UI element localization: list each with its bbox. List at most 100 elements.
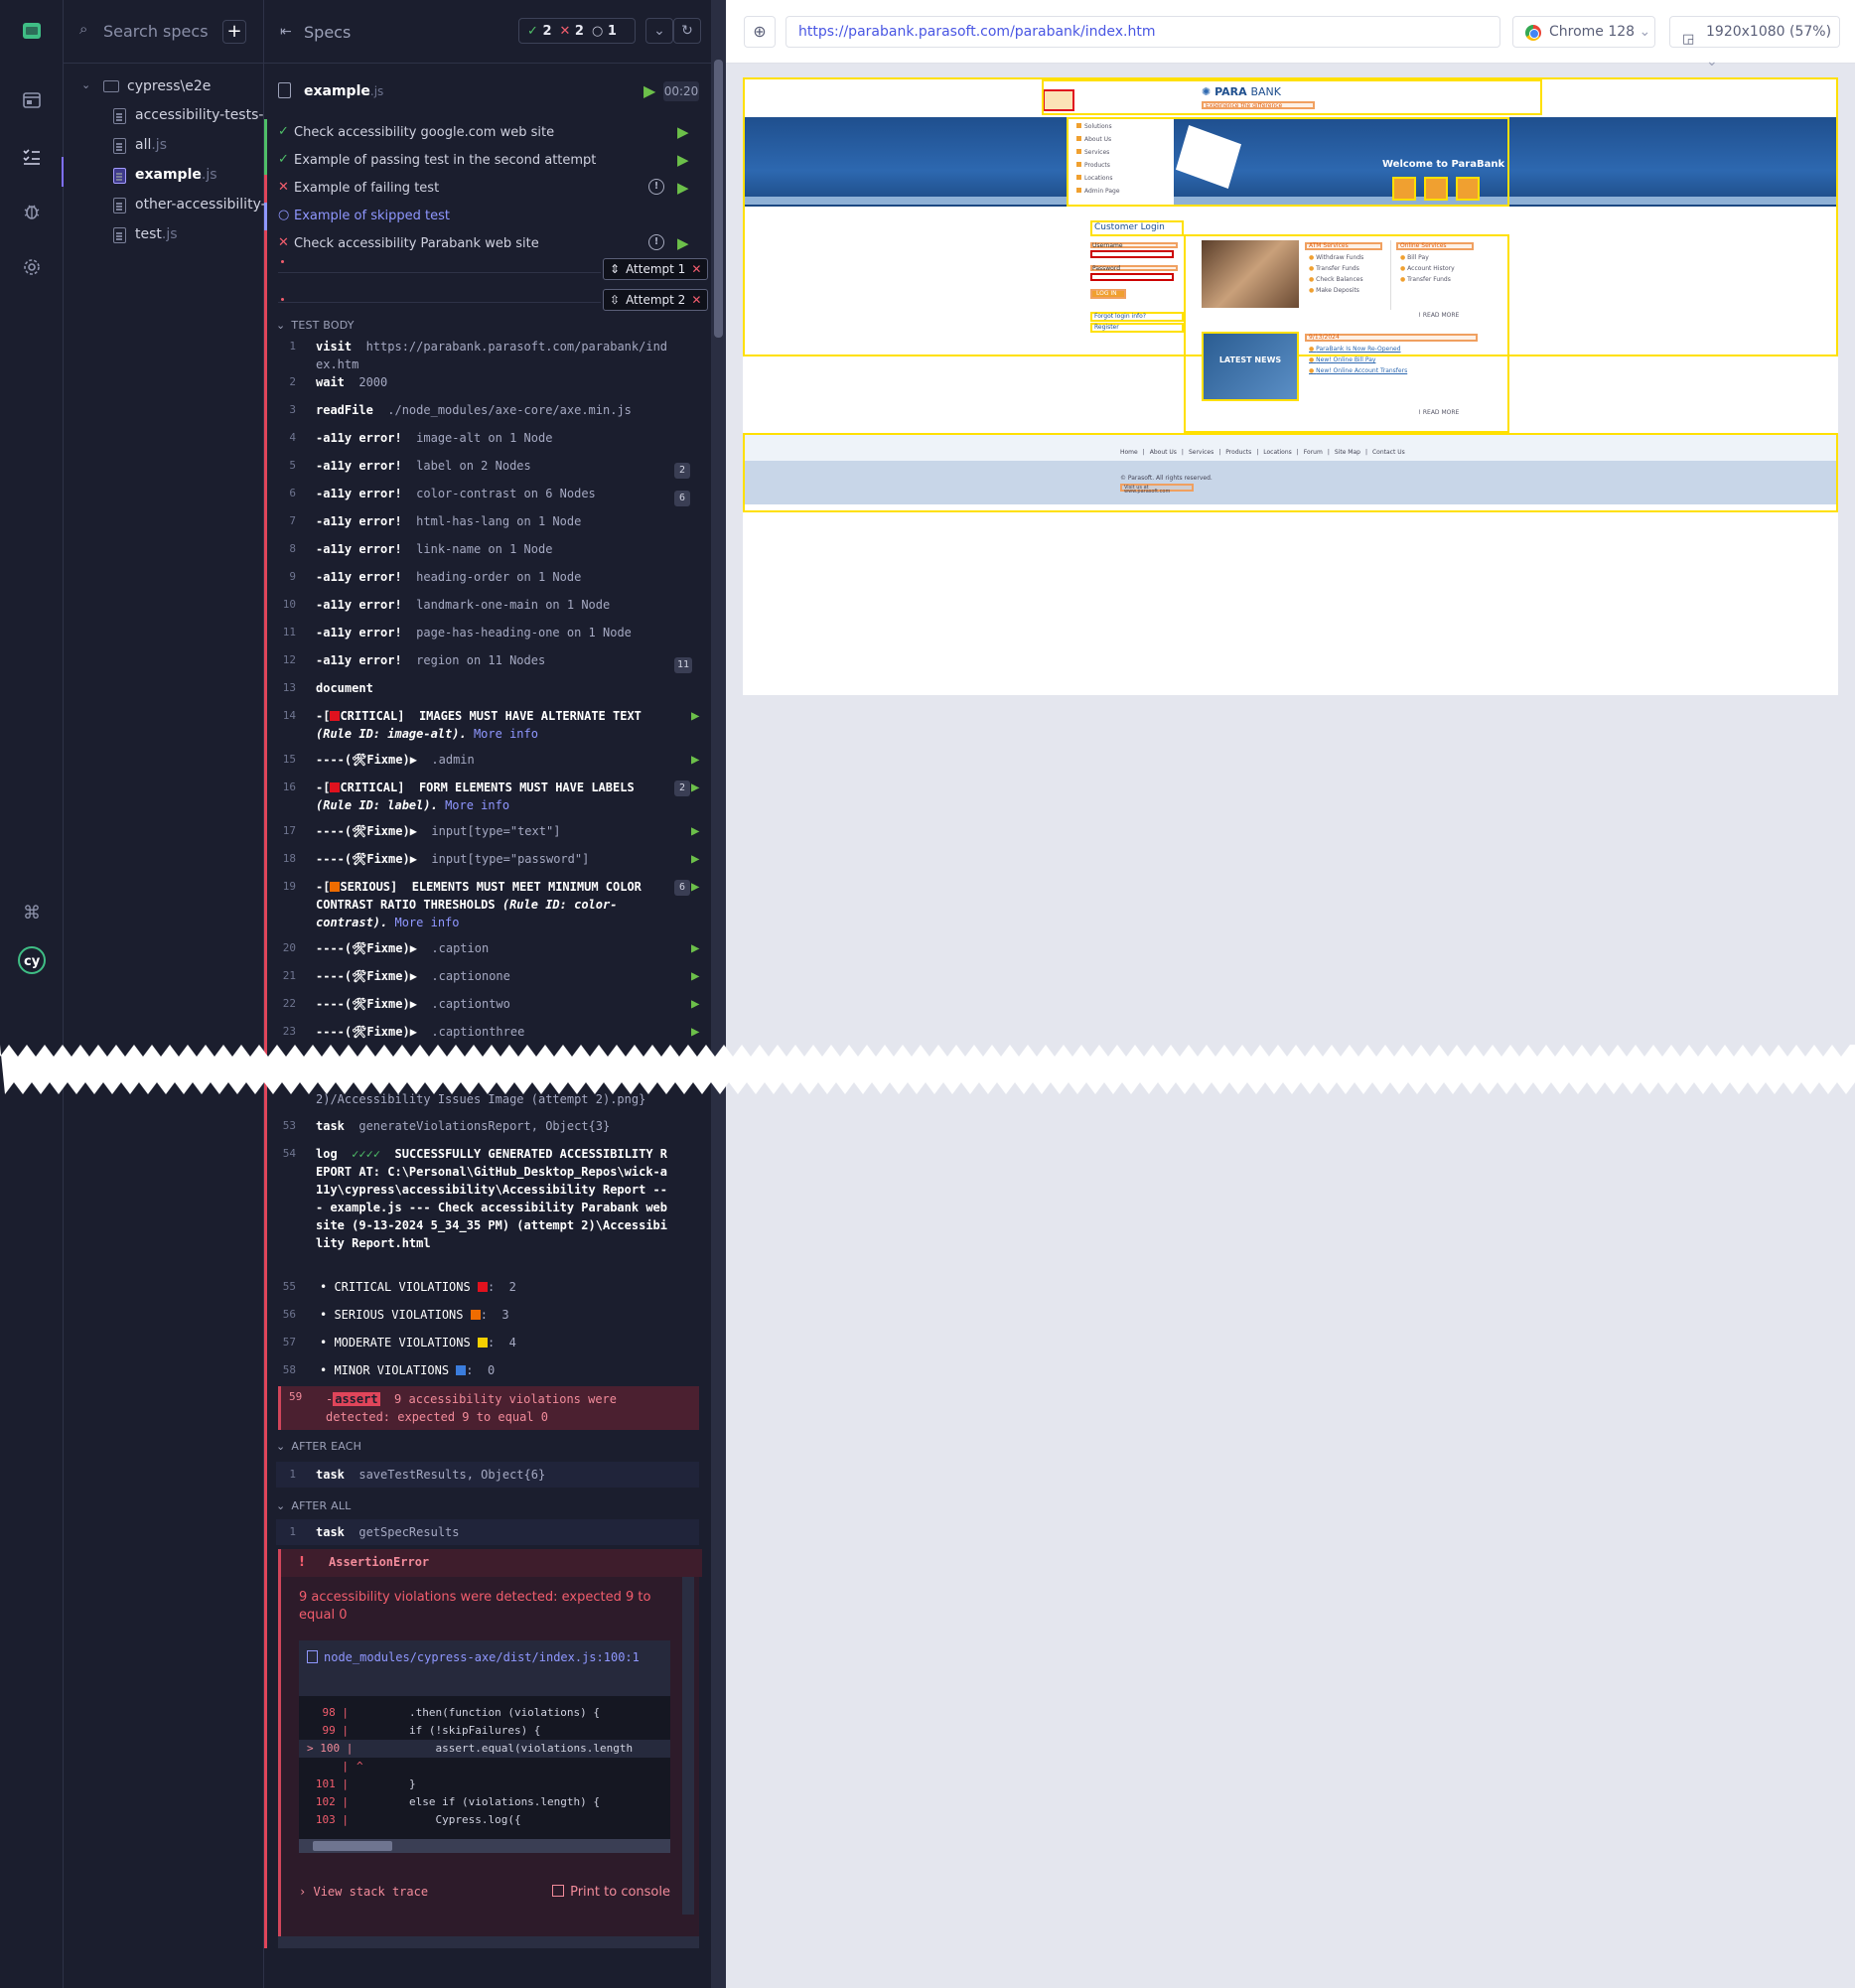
violation-row[interactable]: 16 -[CRITICAL] FORM ELEMENTS MUST HAVE LA…	[276, 779, 700, 822]
site-list-item[interactable]: ● Make Deposits	[1309, 285, 1363, 296]
fixme-row[interactable]: 20 ----(🛠Fixme)▶ .caption ▶	[276, 939, 700, 967]
site-list-item[interactable]: ● New! Online Account Transfers	[1309, 365, 1407, 376]
play-icon[interactable]: ▶	[677, 151, 689, 169]
site-list-item[interactable]: ● New! Online Bill Pay	[1309, 355, 1407, 365]
attempt-2-button[interactable]: ⇳ Attempt 2 ✕	[603, 289, 709, 311]
play-icon[interactable]: ▶	[691, 751, 699, 769]
settings-gear-icon[interactable]	[17, 252, 47, 282]
url-bar[interactable]: https://parabank.parasoft.com/parabank/i…	[785, 16, 1500, 48]
spec-file-row[interactable]: accessibility-tests-…	[64, 102, 264, 130]
play-icon[interactable]: ▶	[691, 850, 699, 868]
violation-row[interactable]: 19 -[SERIOUS] ELEMENTS MUST MEET MINIMUM …	[276, 878, 700, 939]
debug-bug-icon[interactable]	[17, 197, 47, 226]
keyboard-shortcuts-icon[interactable]: ⌘	[17, 898, 47, 927]
fixme-row[interactable]: 22 ----(🛠Fixme)▶ .captiontwo ▶	[276, 995, 700, 1023]
spec-file-row[interactable]: all.js	[64, 132, 264, 160]
command-row[interactable]: 54 log ✓✓✓✓ SUCCESSFULLY GENERATED ACCES…	[276, 1145, 699, 1268]
play-icon[interactable]: ▶	[643, 81, 655, 100]
command-row[interactable]: 9 -a11y error! heading-order on 1 Node	[276, 568, 699, 596]
cypress-logo-icon[interactable]: cy	[17, 945, 47, 975]
test-body-section[interactable]: ⌄ TEST BODY	[276, 319, 355, 332]
command-row[interactable]: 10 -a11y error! landmark-one-main on 1 No…	[276, 596, 699, 624]
play-icon[interactable]: ▶	[677, 234, 689, 252]
login-button[interactable]: LOG IN	[1090, 289, 1126, 299]
play-icon[interactable]: ▶	[691, 939, 699, 957]
command-row[interactable]: 11 -a11y error! page-has-heading-one on 1…	[276, 624, 699, 651]
command-row[interactable]: 1 task getSpecResults	[276, 1519, 699, 1545]
play-icon[interactable]: ▶	[691, 967, 699, 985]
browser-selector[interactable]: Chrome 128 ⌄	[1512, 16, 1655, 48]
fixme-row[interactable]: 17 ----(🛠Fixme)▶ input[type="text"] ▶	[276, 822, 700, 850]
spec-file-row-selected[interactable]: example.js	[64, 162, 264, 190]
site-list-item[interactable]: ● Transfer Funds	[1400, 274, 1455, 285]
folder-row[interactable]: ⌄ cypress\e2e	[64, 73, 264, 101]
specs-list-icon[interactable]	[17, 142, 47, 172]
play-icon[interactable]: ▶	[691, 1023, 699, 1041]
more-info-link[interactable]: More info	[474, 727, 538, 741]
command-row[interactable]: 6 -a11y error! color-contrast on 6 Nodes 6	[276, 485, 699, 512]
play-icon[interactable]: ▶	[677, 123, 689, 141]
site-list-item[interactable]: ● Transfer Funds	[1309, 263, 1363, 274]
spec-file-row[interactable]: other-accessibility-…	[64, 192, 264, 219]
spec-file-row[interactable]: test.js	[64, 221, 264, 249]
play-icon[interactable]: ▶	[691, 822, 699, 840]
horizontal-scrollbar[interactable]	[278, 1936, 699, 1948]
play-icon[interactable]: ▶	[691, 779, 699, 796]
test-row[interactable]: ✕ Check accessibility Parabank web site …	[264, 230, 701, 258]
summary-row[interactable]: 57 • MODERATE VIOLATIONS : 4	[276, 1334, 699, 1361]
site-list-item[interactable]: ● Bill Pay	[1400, 252, 1455, 263]
failed-assert-row[interactable]: 59 - assert 9 accessibility violations we…	[278, 1386, 699, 1430]
command-row[interactable]: 12 -a11y error! region on 11 Nodes 11	[276, 651, 699, 679]
selector-playground-crosshair-icon[interactable]: ⊕	[744, 16, 776, 48]
viewport-info[interactable]: ◲ 1920x1080 (57%) ⌄	[1669, 16, 1840, 70]
play-icon[interactable]: ▶	[677, 179, 689, 197]
error-file-link[interactable]: node_modules/cypress-axe/dist/index.js:1…	[299, 1640, 670, 1696]
read-more-link[interactable]: ⌇ READ MORE	[1418, 409, 1459, 416]
cypress-app-icon[interactable]	[17, 16, 47, 46]
runs-icon[interactable]	[17, 85, 47, 115]
password-input[interactable]	[1090, 273, 1174, 281]
command-row[interactable]: 13 document	[276, 679, 699, 707]
play-icon[interactable]: ▶	[691, 878, 699, 896]
command-row[interactable]: 5 -a11y error! label on 2 Nodes 2	[276, 457, 699, 485]
username-input[interactable]	[1090, 250, 1174, 258]
site-list-item[interactable]: ● ParaBank Is Now Re-Opened	[1309, 344, 1407, 355]
command-row[interactable]: 8 -a11y error! link-name on 1 Node	[276, 540, 699, 568]
test-row[interactable]: ○ Example of skipped test	[264, 203, 701, 230]
vertical-scrollbar[interactable]	[682, 1577, 694, 1915]
register-link[interactable]: Register	[1090, 323, 1184, 333]
after-all-section[interactable]: ⌄ AFTER ALL	[276, 1499, 351, 1512]
after-each-section[interactable]: ⌄ AFTER EACH	[276, 1440, 361, 1453]
summary-row[interactable]: 55 • CRITICAL VIOLATIONS : 2	[276, 1278, 699, 1306]
read-more-link[interactable]: ⌇ READ MORE	[1418, 312, 1459, 319]
chevron-down-icon[interactable]: ⌄	[645, 18, 673, 44]
command-row[interactable]: 3 readFile ./node_modules/axe-core/axe.mi…	[276, 401, 699, 429]
test-row[interactable]: ✓ Check accessibility google.com web sit…	[264, 119, 701, 147]
more-info-link[interactable]: More info	[445, 798, 509, 812]
rerun-icon[interactable]: ↻	[673, 18, 701, 44]
site-list-item[interactable]: ● Account History	[1400, 263, 1455, 274]
fixme-row[interactable]: 18 ----(🛠Fixme)▶ input[type="password"] ▶	[276, 850, 700, 878]
test-row[interactable]: ✕ Example of failing test ! ▶	[264, 175, 701, 203]
collapse-specs-icon[interactable]: ⇤	[280, 24, 292, 40]
command-row[interactable]: 1 visit https://parabank.parasoft.com/par…	[276, 338, 699, 373]
command-row[interactable]: 7 -a11y error! html-has-lang on 1 Node	[276, 512, 699, 540]
fixme-row[interactable]: 21 ----(🛠Fixme)▶ .captionone ▶	[276, 967, 700, 995]
summary-row[interactable]: 56 • SERIOUS VIOLATIONS : 3	[276, 1306, 699, 1334]
site-list-item[interactable]: ● Check Balances	[1309, 274, 1363, 285]
command-row[interactable]: 4 -a11y error! image-alt on 1 Node	[276, 429, 699, 457]
print-to-console-button[interactable]: Print to console	[552, 1885, 670, 1900]
site-list-item[interactable]: ● Withdraw Funds	[1309, 252, 1363, 263]
more-info-link[interactable]: More info	[394, 916, 459, 929]
play-icon[interactable]: ▶	[691, 995, 699, 1013]
test-row[interactable]: ✓ Example of passing test in the second …	[264, 147, 701, 175]
violation-row[interactable]: 14 -[CRITICAL] IMAGES MUST HAVE ALTERNATE…	[276, 707, 700, 751]
view-stack-trace-button[interactable]: › View stack trace	[299, 1885, 428, 1899]
summary-row[interactable]: 58 • MINOR VIOLATIONS : 0	[276, 1361, 699, 1389]
command-row[interactable]: 53 task generateViolationsReport, Object…	[276, 1117, 699, 1137]
scrollbar-thumb[interactable]	[313, 1841, 392, 1851]
forgot-link[interactable]: Forgot login info?	[1090, 312, 1184, 322]
play-icon[interactable]: ▶	[691, 707, 699, 725]
horizontal-scrollbar[interactable]	[299, 1839, 670, 1853]
attempt-1-button[interactable]: ⇕ Attempt 1 ✕	[603, 258, 709, 280]
